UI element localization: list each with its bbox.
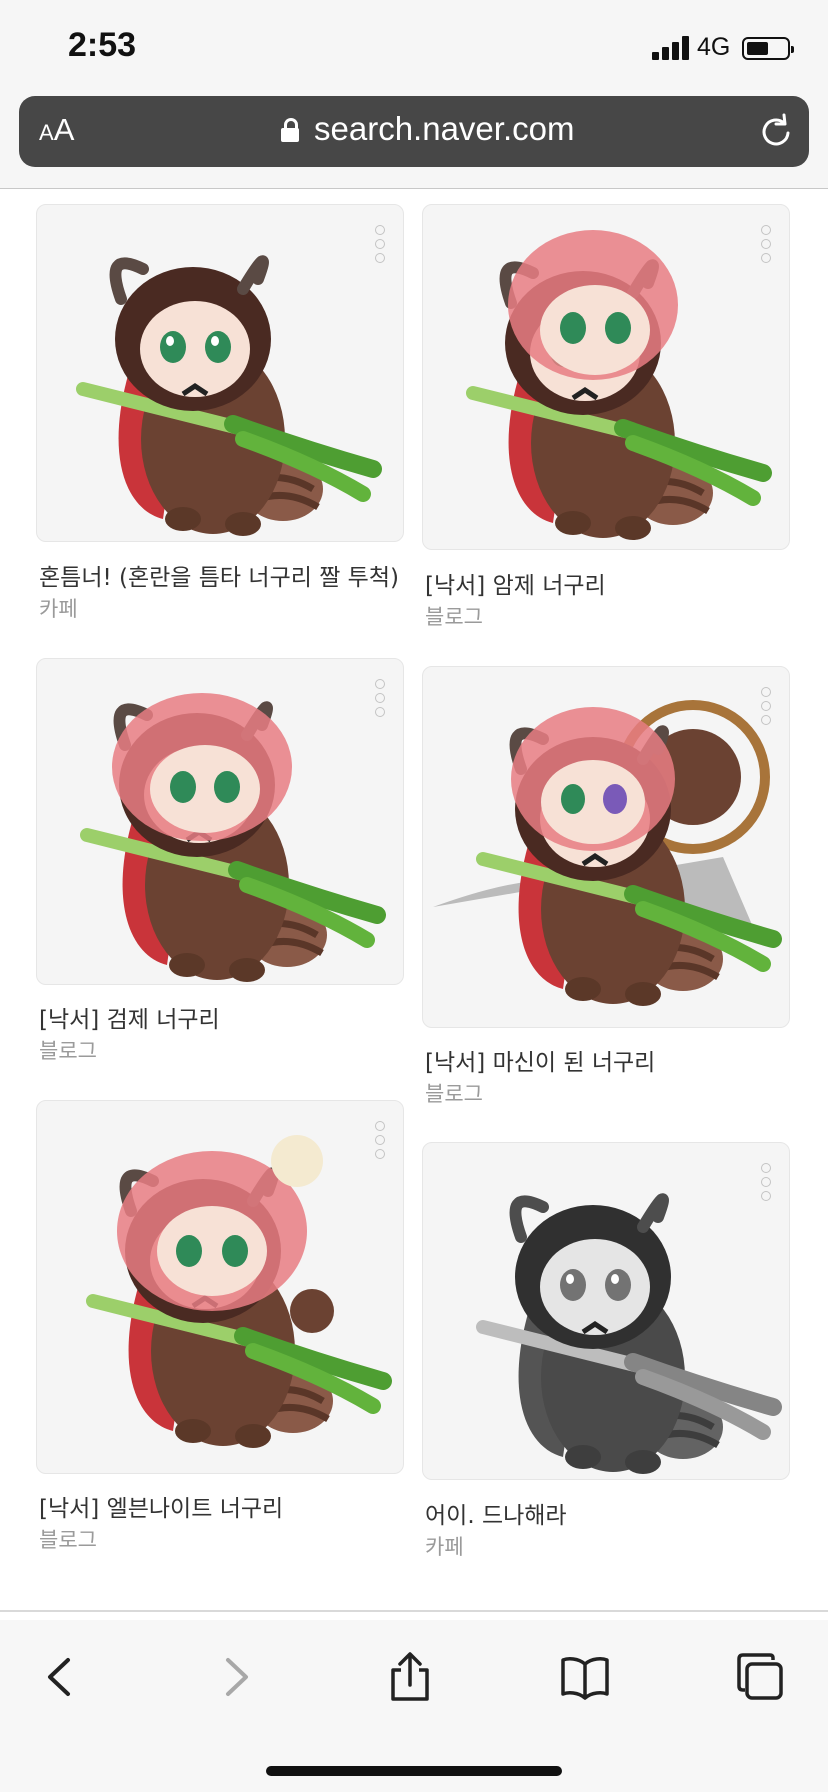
chibi-illustration [37, 693, 404, 985]
url-text[interactable]: search.naver.com [314, 110, 574, 148]
forward-icon[interactable] [210, 1652, 260, 1702]
text-size-small-a: A [39, 120, 54, 145]
more-options-icon[interactable] [375, 225, 385, 267]
tabs-icon[interactable] [735, 1652, 785, 1702]
more-options-icon[interactable] [761, 225, 771, 267]
result-source: 블로그 [425, 605, 483, 629]
result-thumbnail[interactable] [422, 1142, 790, 1480]
bookmarks-icon[interactable] [560, 1652, 610, 1702]
result-source: 블로그 [39, 1528, 97, 1552]
result-title[interactable]: [낙서] 검제 너구리 [39, 1000, 220, 1034]
result-title[interactable]: [낙서] 암제 너구리 [425, 566, 606, 600]
result-source: 블로그 [39, 1039, 97, 1063]
status-bar: 2:53 4G [0, 0, 828, 88]
chibi-illustration [423, 1143, 790, 1480]
result-title[interactable]: 혼틈너! (혼란을 틈타 너구리 짤 투척) [39, 558, 399, 592]
content-divider [0, 1610, 828, 1612]
home-indicator[interactable] [266, 1766, 562, 1776]
result-thumbnail[interactable] [36, 204, 404, 542]
result-title[interactable]: 어이. 드나해라 [425, 1496, 567, 1530]
chibi-illustration [423, 230, 790, 550]
network-type: 4G [697, 33, 731, 61]
result-title[interactable]: [낙서] 마신이 된 너구리 [425, 1043, 655, 1077]
status-time: 2:53 [68, 26, 137, 64]
result-thumbnail[interactable] [422, 204, 790, 550]
image-results-grid: 혼틈너! (혼란을 틈타 너구리 짤 투척) 카페 [낙서] 암제 너구리 블로… [0, 189, 828, 1619]
battery-fill [747, 42, 768, 55]
result-thumbnail[interactable] [36, 658, 404, 985]
result-source: 블로그 [425, 1082, 483, 1106]
more-options-icon[interactable] [375, 1121, 385, 1163]
more-options-icon[interactable] [761, 1163, 771, 1205]
reload-icon[interactable] [757, 112, 795, 150]
battery-icon [742, 37, 794, 60]
lock-icon [281, 118, 299, 142]
text-size-button[interactable]: AA [39, 112, 74, 148]
share-icon[interactable] [385, 1652, 435, 1702]
result-thumbnail[interactable] [422, 666, 790, 1028]
chibi-illustration [37, 1135, 404, 1474]
result-title[interactable]: [낙서] 엘븐나이트 너구리 [39, 1489, 283, 1523]
more-options-icon[interactable] [761, 687, 771, 729]
chibi-illustration [37, 205, 404, 542]
result-source: 카페 [39, 597, 78, 621]
text-size-big-a: A [53, 112, 75, 147]
chibi-illustration [433, 700, 790, 1028]
cellular-signal-icon [652, 36, 692, 60]
result-thumbnail[interactable] [36, 1100, 404, 1474]
result-source: 카페 [425, 1535, 464, 1559]
more-options-icon[interactable] [375, 679, 385, 721]
back-icon[interactable] [36, 1652, 86, 1702]
browser-chrome: AA search.naver.com [0, 88, 828, 189]
address-bar[interactable]: AA search.naver.com [19, 96, 809, 167]
